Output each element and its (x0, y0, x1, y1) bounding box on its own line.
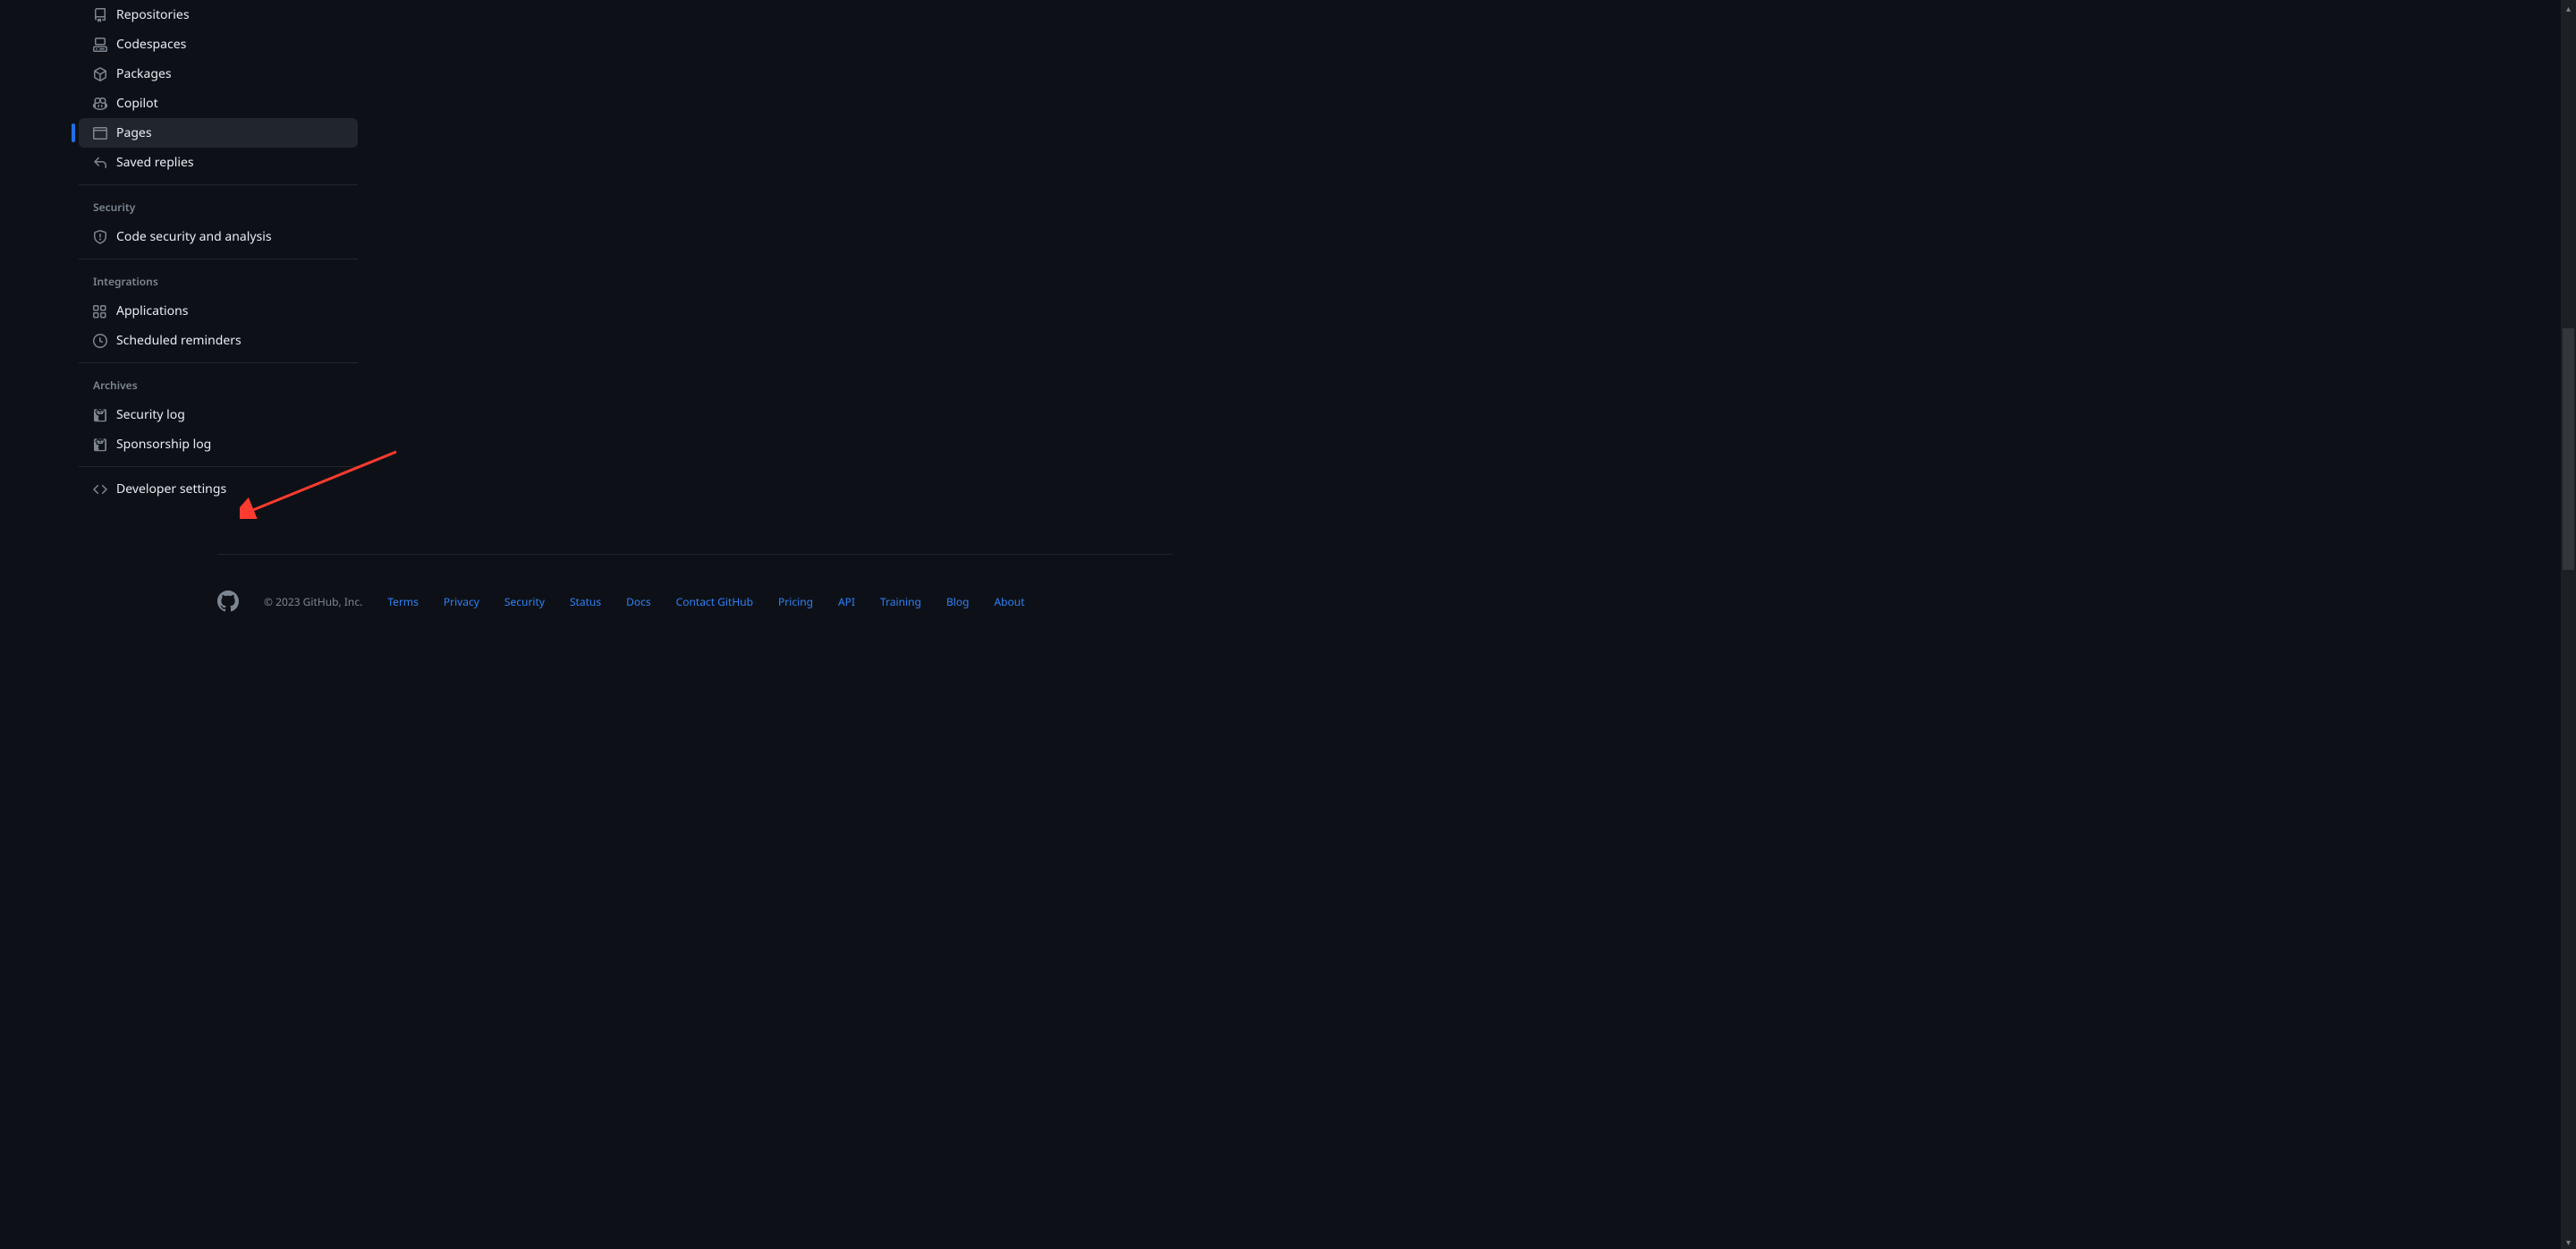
sidebar-section-archives: Archives Security log Sponsorship log (79, 370, 358, 467)
section-header-integrations: Integrations (79, 267, 358, 296)
scrollbar-down-icon[interactable]: ▾ (2561, 1234, 2576, 1249)
sidebar-section-integrations: Integrations Applications Scheduled remi… (79, 267, 358, 363)
sidebar-item-applications[interactable]: Applications (79, 296, 358, 326)
codespaces-icon (93, 38, 107, 52)
scrollbar[interactable]: ▴ ▾ (2561, 0, 2576, 1249)
sidebar-item-label: Scheduled reminders (116, 332, 242, 349)
sidebar-item-label: Developer settings (116, 480, 226, 497)
sidebar-item-packages[interactable]: Packages (79, 59, 358, 89)
shield-icon (93, 230, 107, 244)
footer-copyright: © 2023 GitHub, Inc. (264, 594, 362, 609)
footer-links: Terms Privacy Security Status Docs Conta… (387, 594, 1024, 609)
log-icon (93, 438, 107, 452)
footer-link-docs[interactable]: Docs (626, 594, 651, 609)
browser-icon (93, 126, 107, 140)
apps-icon (93, 304, 107, 319)
footer-link-pricing[interactable]: Pricing (778, 594, 813, 609)
sidebar-section-developer: Developer settings (79, 474, 358, 511)
sidebar-item-scheduled-reminders[interactable]: Scheduled reminders (79, 326, 358, 355)
settings-sidebar: Repositories Codespaces Packages Copilot (79, 0, 358, 518)
sidebar-item-label: Pages (116, 124, 152, 141)
footer-link-security[interactable]: Security (504, 594, 545, 609)
github-logo-icon (217, 591, 239, 612)
sidebar-item-label: Copilot (116, 95, 158, 112)
scrollbar-thumb[interactable] (2563, 328, 2574, 570)
sidebar-item-developer-settings[interactable]: Developer settings (79, 474, 358, 504)
sidebar-item-label: Applications (116, 302, 188, 319)
sidebar-item-saved-replies[interactable]: Saved replies (79, 148, 358, 177)
footer-link-privacy[interactable]: Privacy (444, 594, 479, 609)
sidebar-section-security: Security Code security and analysis (79, 192, 358, 259)
sidebar-item-pages[interactable]: Pages (79, 118, 358, 148)
sidebar-item-label: Saved replies (116, 154, 194, 171)
sidebar-item-label: Code security and analysis (116, 228, 272, 245)
package-icon (93, 67, 107, 81)
reply-icon (93, 156, 107, 170)
section-header-security: Security (79, 192, 358, 222)
sidebar-item-label: Repositories (116, 6, 190, 23)
sidebar-item-codespaces[interactable]: Codespaces (79, 30, 358, 59)
sidebar-item-security-log[interactable]: Security log (79, 400, 358, 429)
footer-link-status[interactable]: Status (570, 594, 601, 609)
footer-link-blog[interactable]: Blog (946, 594, 970, 609)
footer-link-api[interactable]: API (838, 594, 855, 609)
footer-link-terms[interactable]: Terms (387, 594, 419, 609)
sidebar-item-sponsorship-log[interactable]: Sponsorship log (79, 429, 358, 459)
sidebar-item-label: Codespaces (116, 36, 186, 53)
scrollbar-up-icon[interactable]: ▴ (2561, 0, 2576, 15)
sidebar-item-code-security[interactable]: Code security and analysis (79, 222, 358, 251)
sidebar-item-copilot[interactable]: Copilot (79, 89, 358, 118)
clock-icon (93, 334, 107, 348)
sidebar-item-label: Sponsorship log (116, 436, 211, 453)
repo-icon (93, 8, 107, 22)
sidebar-item-label: Packages (116, 65, 172, 82)
footer-link-about[interactable]: About (994, 594, 1024, 609)
log-icon (93, 408, 107, 422)
sidebar-section-code: Repositories Codespaces Packages Copilot (79, 0, 358, 185)
sidebar-item-repositories[interactable]: Repositories (79, 0, 358, 30)
footer: © 2023 GitHub, Inc. Terms Privacy Securi… (217, 554, 1173, 657)
copilot-icon (93, 97, 107, 111)
section-header-archives: Archives (79, 370, 358, 400)
footer-link-training[interactable]: Training (880, 594, 921, 609)
sidebar-item-label: Security log (116, 406, 185, 423)
footer-link-contact[interactable]: Contact GitHub (676, 594, 753, 609)
code-icon (93, 482, 107, 497)
scrollbar-track[interactable] (2561, 15, 2576, 1234)
